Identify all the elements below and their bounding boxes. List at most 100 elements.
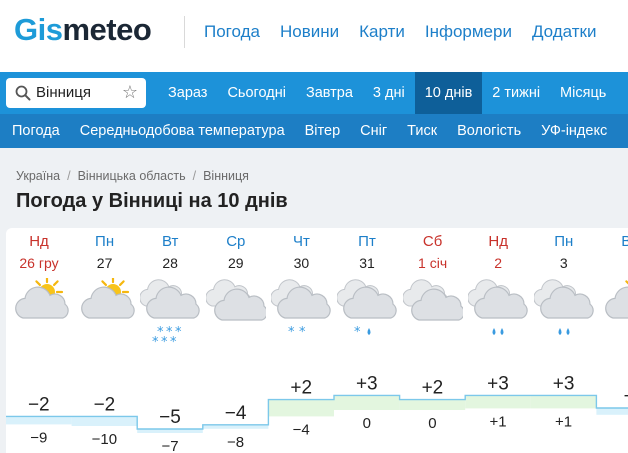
svg-text:*: *: [152, 335, 159, 348]
no-precip: [72, 324, 138, 348]
star-icon[interactable]: ☆: [122, 82, 138, 103]
period-bar: Вінниця ☆ Зараз Сьогодні Завтра 3 дні 10…: [0, 72, 628, 114]
overcast-icon: [401, 278, 465, 328]
sleet-icon: *: [334, 324, 400, 348]
day-name: Пн: [95, 233, 115, 250]
temp-min: −7: [161, 438, 178, 453]
forecast-day[interactable]: Нд 2: [465, 228, 531, 348]
param-snow[interactable]: Сніг: [350, 114, 397, 148]
tab-sohodni[interactable]: Сьогодні: [217, 72, 296, 114]
nav-karty[interactable]: Карти: [359, 22, 405, 42]
day-date: 26 гру: [19, 255, 59, 271]
temp-band: [530, 395, 597, 409]
day-name: Нд: [488, 233, 508, 250]
crumb-city[interactable]: Вінниця: [203, 169, 249, 183]
city-search-input[interactable]: Вінниця: [36, 84, 91, 101]
forecast-day[interactable]: Ср 29: [203, 228, 269, 348]
temp-band: [71, 416, 138, 426]
gismeteo-logo[interactable]: Gismeteo: [14, 12, 152, 48]
tab-zaraz[interactable]: Зараз: [158, 72, 217, 114]
city-search-box[interactable]: Вінниця ☆: [6, 78, 146, 108]
logo-divider: [184, 16, 185, 48]
param-wind[interactable]: Вітер: [295, 114, 351, 148]
svg-text:*: *: [288, 325, 295, 340]
day-date: 3: [559, 255, 568, 271]
no-precip: [596, 324, 628, 348]
forecast-day[interactable]: Нд 26 гру: [6, 228, 72, 348]
parameter-bar: Погода Середньодобова температура Вітер …: [0, 114, 628, 148]
tab-10-days[interactable]: 10 днів: [414, 72, 483, 114]
no-precip: [203, 324, 269, 348]
cloudy-icon: [139, 278, 200, 328]
day-date: 31: [359, 255, 375, 271]
temp-max: +2: [290, 378, 312, 399]
parameter-tabs: Погода Середньодобова температура Вітер …: [2, 114, 617, 148]
temp-min: −4: [293, 421, 310, 438]
temp-min: −10: [92, 431, 117, 448]
main-content: Україна / Вінницька область / Вінниця По…: [0, 148, 628, 453]
forecast-day[interactable]: Пн 3: [531, 228, 597, 348]
site-header: Gismeteo Погода Новини Карти Інформери Д…: [0, 0, 628, 72]
forecast-day[interactable]: Пн 27: [72, 228, 138, 348]
sun-cloud-icon: [9, 275, 69, 328]
temp-max: +3: [553, 373, 575, 394]
temp-max: −2: [94, 394, 116, 415]
svg-text:*: *: [170, 335, 177, 348]
temp-max: −2: [28, 394, 50, 415]
sun-cloud-icon: [75, 275, 135, 328]
temp-band: [334, 395, 400, 410]
temp-min: −9: [30, 429, 47, 446]
period-tabs: Зараз Сьогодні Завтра 3 дні 10 днів 2 ти…: [158, 72, 616, 114]
forecast-day[interactable]: Вт 28 * * * * * *: [137, 228, 203, 350]
param-pogoda[interactable]: Погода: [2, 114, 70, 148]
forecast-day[interactable]: Сб 1 січ: [400, 228, 466, 348]
param-pressure[interactable]: Тиск: [397, 114, 447, 148]
temp-max: −5: [159, 407, 181, 428]
cloudy-icon: [533, 278, 594, 328]
tab-zavtra[interactable]: Завтра: [296, 72, 363, 114]
search-icon: [15, 85, 31, 101]
top-nav: Погода Новини Карти Інформери Додатки: [204, 22, 596, 42]
param-humidity[interactable]: Вологість: [447, 114, 531, 148]
nav-informery[interactable]: Інформери: [425, 22, 512, 42]
rain-icon: [531, 324, 597, 348]
rain-icon: [465, 324, 531, 348]
temp-min: 0: [428, 415, 436, 432]
nav-novyny[interactable]: Новини: [280, 22, 339, 42]
day-name: Ср: [226, 233, 246, 250]
param-uv[interactable]: УФ-індекс: [531, 114, 617, 148]
sun-cloud-icon: [599, 278, 628, 328]
day-date: 1 січ: [418, 255, 448, 271]
tab-month[interactable]: Місяць: [550, 72, 616, 114]
tab-2-weeks[interactable]: 2 тижні: [482, 72, 550, 114]
temp-min: +1: [555, 413, 572, 430]
nav-dodatky[interactable]: Додатки: [532, 22, 597, 42]
day-name: Вт: [621, 233, 628, 250]
crumb-country[interactable]: Україна: [16, 169, 60, 183]
param-avg-temp[interactable]: Середньодобова температура: [70, 114, 295, 148]
temp-min: 0: [363, 415, 371, 432]
temp-max: +: [624, 386, 628, 407]
forecast-day[interactable]: Пт 31 *: [334, 228, 400, 348]
day-name: Вт: [161, 233, 179, 250]
forecast-day[interactable]: Вт: [596, 228, 628, 348]
temp-band: [465, 395, 531, 409]
day-name: Нд: [29, 233, 49, 250]
crumb-region[interactable]: Вінницька область: [78, 169, 186, 183]
cloudy-icon: [270, 278, 332, 328]
forecast-day[interactable]: Чт 30 * *: [268, 228, 334, 348]
day-name: Пт: [358, 233, 376, 250]
svg-text:*: *: [161, 335, 168, 348]
day-date: 27: [96, 255, 113, 271]
temp-max: +3: [487, 373, 509, 394]
temp-band: [6, 416, 72, 425]
temp-min: −8: [227, 434, 244, 451]
no-precip: [6, 324, 72, 348]
day-date: 28: [162, 255, 178, 271]
nav-pogoda[interactable]: Погода: [204, 22, 260, 42]
temp-band: [596, 408, 628, 415]
breadcrumb: Україна / Вінницька область / Вінниця: [16, 169, 249, 183]
tab-3-days[interactable]: 3 дні: [363, 72, 415, 114]
day-name: Сб: [422, 233, 443, 250]
temp-min: +1: [489, 413, 506, 430]
